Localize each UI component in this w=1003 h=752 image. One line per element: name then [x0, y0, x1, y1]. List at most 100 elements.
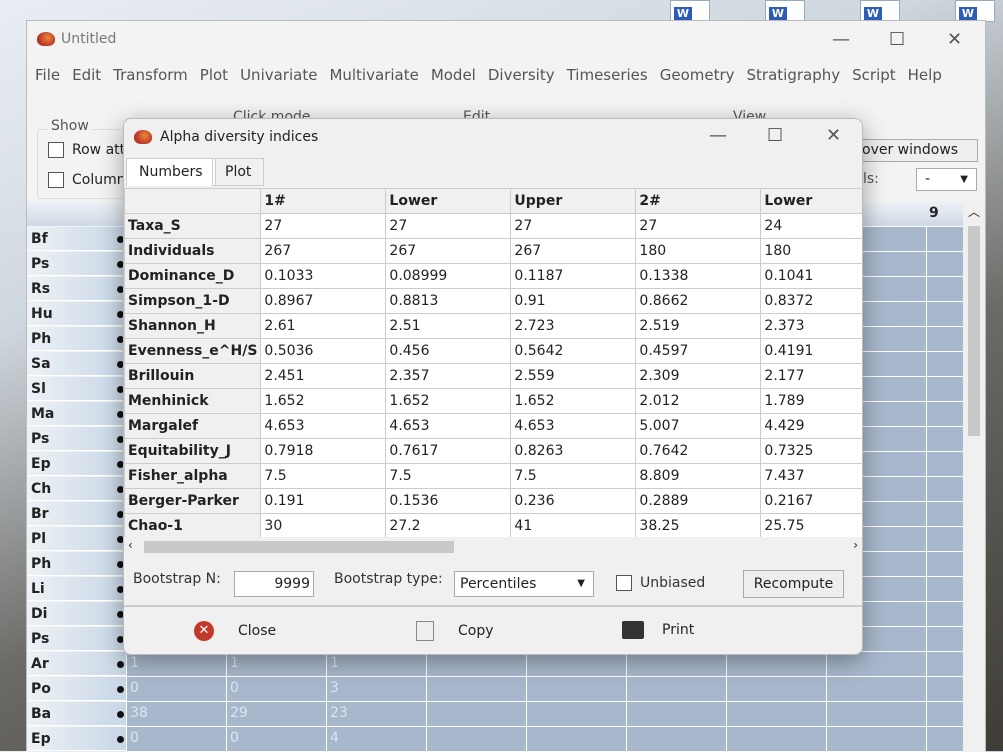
- row-label[interactable]: Evenness_e^H/S: [124, 338, 262, 364]
- menu-item[interactable]: Plot: [200, 63, 240, 87]
- grid-cell[interactable]: 29: [230, 705, 248, 721]
- row-header[interactable]: Ps: [27, 627, 126, 651]
- table-cell[interactable]: 24: [760, 213, 862, 239]
- menu-item[interactable]: Stratigraphy: [747, 63, 853, 87]
- print-button[interactable]: Print: [622, 621, 694, 639]
- grid-cell[interactable]: 0: [130, 680, 139, 696]
- scroll-right-icon[interactable]: ›: [853, 538, 858, 552]
- row-header[interactable]: Ar: [27, 652, 126, 676]
- table-cell[interactable]: 2.51: [385, 313, 512, 339]
- table-cell[interactable]: 27: [385, 213, 512, 239]
- recompute-button[interactable]: Recompute: [743, 570, 844, 598]
- table-cell[interactable]: 2.451: [260, 363, 387, 389]
- grid-cell[interactable]: 1: [130, 655, 139, 671]
- row-header[interactable]: Ph: [27, 552, 126, 576]
- table-cell[interactable]: 0.5036: [260, 338, 387, 364]
- row-header[interactable]: Ps: [27, 252, 126, 276]
- table-cell[interactable]: 25.75: [760, 513, 862, 537]
- table-cell[interactable]: 5.007: [635, 413, 762, 439]
- table-cell[interactable]: 7.5: [260, 463, 387, 489]
- menu-item[interactable]: Edit: [72, 63, 113, 87]
- table-cell[interactable]: 0.2167: [760, 488, 862, 514]
- column-header[interactable]: 1#: [260, 188, 387, 214]
- grid-cell[interactable]: 0: [230, 730, 239, 746]
- table-cell[interactable]: 27.2: [385, 513, 512, 537]
- row-header[interactable]: Ps: [27, 427, 126, 451]
- table-cell[interactable]: 1.652: [510, 388, 637, 414]
- menu-item[interactable]: Diversity: [488, 63, 567, 87]
- row-header[interactable]: Ph: [27, 327, 126, 351]
- unbiased-checkbox[interactable]: Unbiased: [616, 575, 705, 591]
- labels-select[interactable]: - ▼: [916, 168, 977, 191]
- table-cell[interactable]: 0.2889: [635, 488, 762, 514]
- table-cell[interactable]: 0.1041: [760, 263, 862, 289]
- copy-button[interactable]: Copy: [416, 621, 494, 641]
- table-cell[interactable]: 4.653: [260, 413, 387, 439]
- menu-item[interactable]: Multivariate: [329, 63, 430, 87]
- column-header[interactable]: [124, 188, 262, 214]
- column-header[interactable]: Upper: [510, 188, 637, 214]
- table-cell[interactable]: 0.7325: [760, 438, 862, 464]
- table-cell[interactable]: 1.652: [260, 388, 387, 414]
- row-label[interactable]: Simpson_1-D: [124, 288, 262, 314]
- menu-item[interactable]: File: [35, 63, 72, 87]
- table-cell[interactable]: 2.177: [760, 363, 862, 389]
- scrollbar-thumb[interactable]: [968, 226, 980, 436]
- table-cell[interactable]: 2.723: [510, 313, 637, 339]
- row-header[interactable]: Li: [27, 577, 126, 601]
- menu-item[interactable]: Model: [431, 63, 488, 87]
- table-cell[interactable]: 38.25: [635, 513, 762, 537]
- row-label[interactable]: Individuals: [124, 238, 262, 264]
- table-cell[interactable]: 2.519: [635, 313, 762, 339]
- column-header[interactable]: 2#: [635, 188, 762, 214]
- table-cell[interactable]: 2.61: [260, 313, 387, 339]
- tab-plot[interactable]: Plot: [212, 158, 265, 186]
- table-cell[interactable]: 2.012: [635, 388, 762, 414]
- table-cell[interactable]: 267: [385, 238, 512, 264]
- bootstrap-n-input[interactable]: 9999: [234, 571, 314, 597]
- table-cell[interactable]: 4.653: [510, 413, 637, 439]
- row-label[interactable]: Equitability_J: [124, 438, 262, 464]
- dialog-maximize-button[interactable]: ☐: [767, 125, 783, 146]
- table-cell[interactable]: 1.652: [385, 388, 512, 414]
- table-cell[interactable]: 2.373: [760, 313, 862, 339]
- grid-cell[interactable]: 1: [330, 655, 339, 671]
- desktop-word-icon[interactable]: [670, 0, 710, 23]
- table-cell[interactable]: 27: [510, 213, 637, 239]
- horizontal-scrollbar[interactable]: ‹ ›: [124, 537, 862, 557]
- desktop-word-icon[interactable]: [765, 0, 805, 23]
- column-header[interactable]: Lower: [385, 188, 512, 214]
- table-cell[interactable]: 180: [635, 238, 762, 264]
- grid-cell[interactable]: 3: [330, 680, 339, 696]
- row-header[interactable]: Pl: [27, 527, 126, 551]
- table-cell[interactable]: 2.309: [635, 363, 762, 389]
- table-cell[interactable]: 1.789: [760, 388, 862, 414]
- row-label[interactable]: Brillouin: [124, 363, 262, 389]
- row-label[interactable]: Fisher_alpha: [124, 463, 262, 489]
- row-header[interactable]: Ma: [27, 402, 126, 426]
- row-header[interactable]: Sl: [27, 377, 126, 401]
- grid-cell[interactable]: 38: [130, 705, 148, 721]
- table-cell[interactable]: 0.8662: [635, 288, 762, 314]
- column-header[interactable]: 9: [929, 205, 939, 221]
- table-cell[interactable]: 267: [260, 238, 387, 264]
- table-cell[interactable]: 0.8967: [260, 288, 387, 314]
- table-cell[interactable]: 0.08999: [385, 263, 512, 289]
- row-label[interactable]: Chao-1: [124, 513, 262, 537]
- table-cell[interactable]: 180: [760, 238, 862, 264]
- row-label[interactable]: Berger-Parker: [124, 488, 262, 514]
- vertical-scrollbar[interactable]: ︿: [963, 201, 985, 752]
- menu-item[interactable]: Script: [852, 63, 908, 87]
- row-label[interactable]: Dominance_D: [124, 263, 262, 289]
- table-cell[interactable]: 2.357: [385, 363, 512, 389]
- table-cell[interactable]: 0.236: [510, 488, 637, 514]
- row-header[interactable]: Ba: [27, 702, 126, 726]
- bootstrap-type-select[interactable]: Percentiles ▼: [454, 571, 594, 597]
- table-cell[interactable]: 0.1187: [510, 263, 637, 289]
- row-header[interactable]: Di: [27, 602, 126, 626]
- table-cell[interactable]: 4.653: [385, 413, 512, 439]
- row-attributes-checkbox[interactable]: Row attri: [48, 142, 135, 158]
- table-cell[interactable]: 0.5642: [510, 338, 637, 364]
- menu-item[interactable]: Transform: [113, 63, 200, 87]
- row-label[interactable]: Shannon_H: [124, 313, 262, 339]
